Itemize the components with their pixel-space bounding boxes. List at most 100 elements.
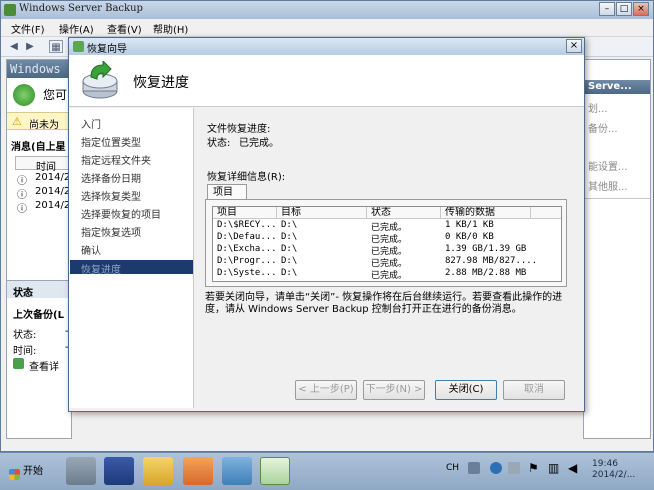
clock-time: 19:46 <box>592 459 618 469</box>
action-schedule[interactable]: 划... <box>588 100 608 115</box>
nav-getting-started: 入门 <box>81 120 101 131</box>
col-header-target[interactable]: 目标 <box>277 207 367 219</box>
clock-date: 2014/2/... <box>592 470 636 480</box>
ime-icon[interactable] <box>468 462 480 474</box>
nav-recovery-type: 选择恢复类型 <box>81 192 141 203</box>
file-progress-label: 文件恢复进度: <box>207 124 271 135</box>
cell-item: D:\$RECY... <box>217 220 277 230</box>
cell-target: D:\ <box>281 268 298 278</box>
clock[interactable]: 19:46 2014/2/... <box>592 459 635 481</box>
status-header-text: 状态 <box>13 288 33 299</box>
nav-location-type: 指定位置类型 <box>81 138 141 149</box>
back-arrow-icon[interactable]: ◀ <box>7 40 21 53</box>
close-button[interactable]: 关闭(C) <box>435 380 497 400</box>
cell-item: D:\Defau... <box>217 232 277 242</box>
tab-panel: 项目 目标 状态 传输的数据 D:\$RECY... D:\ 已完成。 1 KB… <box>205 199 567 287</box>
maximize-button[interactable]: □ <box>616 2 632 16</box>
menu-file[interactable]: 文件(F) <box>11 21 45 36</box>
forward-arrow-icon[interactable]: ▶ <box>23 40 37 53</box>
cell-item: D:\Progr... <box>217 256 277 266</box>
view-details-icon <box>13 358 24 369</box>
powershell-icon[interactable] <box>104 457 134 485</box>
info-icon: ⓘ <box>17 190 27 201</box>
message-row-3[interactable]: 2014/2/ <box>35 200 71 211</box>
dialog-title: 恢复向导 <box>87 44 127 55</box>
backup-app-icon <box>4 4 16 16</box>
flag-icon[interactable]: ⚑ <box>528 461 539 475</box>
cell-transferred: 1 KB/1 KB <box>445 220 494 230</box>
welcome-text: 您可 <box>43 88 68 102</box>
main-window-title: Windows Server Backup <box>19 3 143 14</box>
cell-transferred: 1.39 GB/1.39 GB <box>445 244 527 254</box>
wizard-nav: 入门 指定位置类型 指定远程文件夹 选择备份日期 选择恢复类型 选择要恢复的项目… <box>69 108 194 408</box>
nav-recovery-progress: 恢复进度 <box>81 265 121 276</box>
menu-help[interactable]: 帮助(H) <box>153 21 188 36</box>
start-button[interactable]: 开始 <box>3 459 45 485</box>
cell-status: 已完成。 <box>371 271 408 281</box>
cancel-button[interactable]: 取消 <box>503 380 565 400</box>
left-pane: Windows 您可 ⚠ 尚未为 消息(自上星 时间 ⓘ 2014/2/ ⓘ 2… <box>6 59 72 439</box>
backup-icon <box>13 84 35 106</box>
status-section-header: 状态 <box>7 280 71 299</box>
message-row-2[interactable]: 2014/2/ <box>35 186 71 197</box>
status-value: 已完成。 <box>239 138 279 149</box>
messages-col-time: 时间 <box>36 162 56 173</box>
app-icon-blue[interactable] <box>222 457 252 485</box>
info-icon: ⓘ <box>17 176 27 187</box>
dialog-header: 恢复进度 <box>69 55 584 107</box>
help-icon[interactable] <box>490 462 502 474</box>
close-window-button[interactable]: × <box>633 2 649 16</box>
start-label: 开始 <box>23 466 43 477</box>
status-label: 状态: <box>207 138 231 149</box>
last-backup-title: 上次备份(L <box>13 310 64 321</box>
last-time-label: 时间: <box>13 346 37 357</box>
messages-col-header[interactable]: 时间 <box>15 156 71 173</box>
menu-view[interactable]: 查看(V) <box>107 21 142 36</box>
dialog-titlebar: 恢复向导 × <box>69 38 584 55</box>
view-details-link[interactable]: 查看详 <box>29 358 59 373</box>
menubar: 文件(F) 操作(A) 查看(V) 帮助(H) <box>1 19 653 37</box>
table-row[interactable]: D:\Progr... D:\ 已完成。 827.98 MB/827.... <box>213 256 561 269</box>
actions-header: Serve... <box>584 80 650 94</box>
page-title: 恢复进度 <box>133 75 189 91</box>
language-indicator[interactable]: CH <box>446 463 459 473</box>
action-other-server[interactable]: 其他服... <box>588 178 628 193</box>
server-manager-icon[interactable] <box>66 457 96 485</box>
warning-icon: ⚠ <box>12 115 22 128</box>
minimize-button[interactable]: – <box>599 2 615 16</box>
recovery-icon <box>79 59 121 101</box>
col-header-status[interactable]: 状态 <box>367 207 441 219</box>
explorer-icon[interactable] <box>143 457 173 485</box>
col-header-spacer <box>531 207 561 219</box>
volume-icon[interactable]: ◀ <box>568 461 577 475</box>
col-header-item[interactable]: 项目 <box>213 207 277 219</box>
backup-taskbar-icon[interactable] <box>260 457 290 485</box>
table-row[interactable]: D:\Defau... D:\ 已完成。 0 KB/0 KB <box>213 232 561 245</box>
previous-button[interactable]: < 上一步(P) <box>295 380 357 400</box>
dialog-close-button[interactable]: × <box>566 39 582 53</box>
col-header-transferred[interactable]: 传输的数据 <box>441 207 531 219</box>
cell-transferred: 2.88 MB/2.88 MB <box>445 268 527 278</box>
table-row[interactable]: D:\Excha... D:\ 已完成。 1.39 GB/1.39 GB <box>213 244 561 257</box>
menu-action[interactable]: 操作(A) <box>59 21 94 36</box>
network-icon[interactable]: ▥ <box>548 461 559 475</box>
show-pane-icon[interactable]: ▦ <box>49 40 63 53</box>
tab-items[interactable]: 项目 <box>207 184 247 200</box>
keyboard-icon[interactable] <box>508 462 520 474</box>
main-titlebar: Windows Server Backup – □ × <box>1 1 653 19</box>
warning-text: 尚未为 <box>29 120 59 131</box>
close-note-line2: 度，请从 Windows Server Backup 控制台打开正在进行的备份消… <box>205 304 522 315</box>
app-icon-orange[interactable] <box>183 457 213 485</box>
close-note: 若要关闭向导，请单击“关闭”- 恢复操作将在后台继续运行。若要查看此操作的进 度… <box>205 292 575 316</box>
next-button[interactable]: 下一步(N) > <box>363 380 425 400</box>
windows-logo-icon <box>9 469 20 480</box>
action-backup[interactable]: 备份... <box>588 120 618 135</box>
table-row[interactable]: D:\$RECY... D:\ 已完成。 1 KB/1 KB <box>213 220 561 233</box>
nav-backup-date: 选择备份日期 <box>81 174 141 185</box>
table-row[interactable]: D:\Syste... D:\ 已完成。 2.88 MB/2.88 MB <box>213 268 561 281</box>
details-table: 项目 目标 状态 传输的数据 D:\$RECY... D:\ 已完成。 1 KB… <box>212 206 562 282</box>
action-settings[interactable]: 能设置... <box>588 158 628 173</box>
info-icon: ⓘ <box>17 204 27 215</box>
message-row-1[interactable]: 2014/2/ <box>35 172 71 183</box>
cell-transferred: 0 KB/0 KB <box>445 232 494 242</box>
